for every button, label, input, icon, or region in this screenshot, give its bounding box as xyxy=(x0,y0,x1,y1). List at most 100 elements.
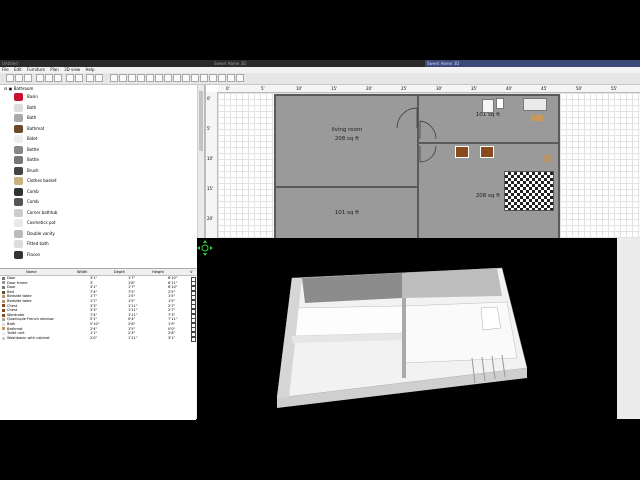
catalog-item[interactable]: Bottle xyxy=(14,145,194,155)
toolbar-button-18[interactable] xyxy=(173,74,181,82)
furniture-thumbnail-icon xyxy=(14,156,23,164)
toolbar-button-3[interactable] xyxy=(24,74,32,82)
column-header-width[interactable]: Width xyxy=(77,269,87,275)
column-header-name[interactable]: Name xyxy=(26,269,37,275)
toolbar-button-12[interactable] xyxy=(119,74,127,82)
toolbar-button-19[interactable] xyxy=(182,74,190,82)
catalog-item[interactable]: Corner bathtub xyxy=(14,208,194,218)
toolbar-button-13[interactable] xyxy=(128,74,136,82)
toolbar-button-17[interactable] xyxy=(164,74,172,82)
bed[interactable] xyxy=(504,171,554,211)
catalog-item-label: Basin xyxy=(27,94,38,99)
scrollbar-thumb[interactable] xyxy=(199,91,203,151)
toolbar-button-15[interactable] xyxy=(146,74,154,82)
catalog-item-label: Fitted bath xyxy=(27,241,49,246)
catalog-item[interactable]: Double vanity xyxy=(14,229,194,239)
furniture-thumbnail-icon xyxy=(14,103,23,112)
toolbar-button-5[interactable] xyxy=(45,74,53,82)
toolbar xyxy=(0,73,640,85)
wall[interactable] xyxy=(558,94,560,253)
wall[interactable] xyxy=(274,186,418,188)
furniture-thumbnail-icon xyxy=(14,198,23,206)
washbasin[interactable] xyxy=(496,98,504,109)
toolbar-button-10[interactable] xyxy=(95,74,103,82)
catalog-item[interactable]: Comb xyxy=(14,197,194,207)
furniture-thumbnail-icon xyxy=(14,219,23,227)
catalog-item-label: Bottle xyxy=(27,157,39,162)
row-thumbnail-icon xyxy=(2,290,5,294)
row-thumbnail-icon xyxy=(2,308,5,312)
horizontal-ruler: 0'5'10'15'20'25'30'35'40'45'50'55'60' xyxy=(218,85,640,93)
catalog-item[interactable]: Bottle xyxy=(14,155,194,165)
catalog-item[interactable]: Basin xyxy=(14,92,194,102)
chest[interactable] xyxy=(480,146,494,158)
catalog-item[interactable]: Bath xyxy=(14,113,194,123)
catalog-item[interactable]: Comb xyxy=(14,187,194,197)
furniture-thumbnail-icon xyxy=(14,187,23,196)
toolbar-button-8[interactable] xyxy=(75,74,83,82)
wall[interactable] xyxy=(418,142,558,144)
chest[interactable] xyxy=(455,146,469,158)
room-area-label: 101 sq ft xyxy=(334,210,360,216)
catalog-item[interactable]: Bath xyxy=(14,103,194,113)
ruler-tick-label: 45' xyxy=(541,86,548,91)
toolbar-button-1[interactable] xyxy=(6,74,14,82)
catalog-item[interactable]: Clothes basket xyxy=(14,176,194,186)
furniture-thumbnail-icon xyxy=(14,93,23,101)
door-swing[interactable] xyxy=(419,145,437,163)
door-swing[interactable] xyxy=(419,119,437,139)
vertical-ruler: 0'5'10'15'20'25' xyxy=(206,92,218,253)
toolbar-button-16[interactable] xyxy=(155,74,163,82)
3d-view[interactable] xyxy=(197,238,617,419)
toolbar-button-6[interactable] xyxy=(54,74,62,82)
wall[interactable] xyxy=(274,94,276,253)
toolbar-button-25[interactable] xyxy=(236,74,244,82)
toolbar-button-24[interactable] xyxy=(227,74,235,82)
catalog-item[interactable]: Brush xyxy=(14,166,194,176)
navigation-arrows-icon[interactable] xyxy=(197,240,213,256)
ruler-tick-label: 10' xyxy=(296,86,303,91)
row-thumbnail-icon xyxy=(2,276,5,280)
row-thumbnail-icon xyxy=(2,285,5,289)
bath[interactable] xyxy=(523,98,547,111)
toolbar-button-9[interactable] xyxy=(86,74,94,82)
ruler-tick-label: 50' xyxy=(576,86,583,91)
visible-checkbox[interactable] xyxy=(191,336,196,342)
bathmat[interactable] xyxy=(531,115,543,121)
ruler-tick-label: 35' xyxy=(471,86,478,91)
ruler-tick-label: 5' xyxy=(207,126,211,131)
catalog-item[interactable]: Fitted bath xyxy=(14,239,194,249)
row-thumbnail-icon xyxy=(2,322,5,326)
toolbar-button-21[interactable] xyxy=(200,74,208,82)
door-swing[interactable] xyxy=(396,107,418,129)
catalog-item[interactable]: Cosmetics pot xyxy=(14,218,194,228)
toolbar-button-11[interactable] xyxy=(110,74,118,82)
plan-view[interactable]: 0'5'10'15'20'25'30'35'40'45'50'55'60' 0'… xyxy=(205,85,640,253)
toolbar-button-22[interactable] xyxy=(209,74,217,82)
column-header-visible[interactable]: V xyxy=(190,269,192,275)
catalog-item[interactable]: Bathmat xyxy=(14,124,194,134)
toilet-unit[interactable] xyxy=(482,99,494,113)
bedside-table[interactable] xyxy=(544,155,552,162)
toolbar-button-7[interactable] xyxy=(66,74,74,82)
3d-house-model[interactable] xyxy=(197,238,617,419)
cell-height: 3'1" xyxy=(168,335,176,340)
panel-splitter[interactable] xyxy=(617,238,640,419)
toolbar-button-23[interactable] xyxy=(218,74,226,82)
column-header-depth[interactable]: Depth xyxy=(114,269,125,275)
toolbar-button-20[interactable] xyxy=(191,74,199,82)
table-row[interactable]: Washbasin with cabinet 2'0" 1'11" 3'1" xyxy=(0,335,196,342)
catalog-item[interactable]: Flacon xyxy=(14,250,194,260)
catalog-item[interactable]: Bidet xyxy=(14,134,194,144)
cell-name: Washbasin with cabinet xyxy=(7,335,50,340)
toolbar-button-4[interactable] xyxy=(36,74,44,82)
table-header: Name Width Depth Height V xyxy=(0,269,196,276)
furniture-catalog: ⊟ ▣ Bathroom Basin Bath Bath Bathmat Bidet Bo… xyxy=(0,85,205,268)
plan-grid[interactable]: living room 208 sq ft 101 sq ft 208 sq f… xyxy=(218,93,640,253)
toolbar-button-2[interactable] xyxy=(15,74,23,82)
toolbar-button-14[interactable] xyxy=(137,74,145,82)
room-area-label: 208 sq ft xyxy=(334,136,360,142)
catalog-item-label: Corner bathtub xyxy=(27,209,58,215)
catalog-item-label: Bidet xyxy=(27,136,38,141)
column-header-height[interactable]: Height xyxy=(152,269,164,275)
